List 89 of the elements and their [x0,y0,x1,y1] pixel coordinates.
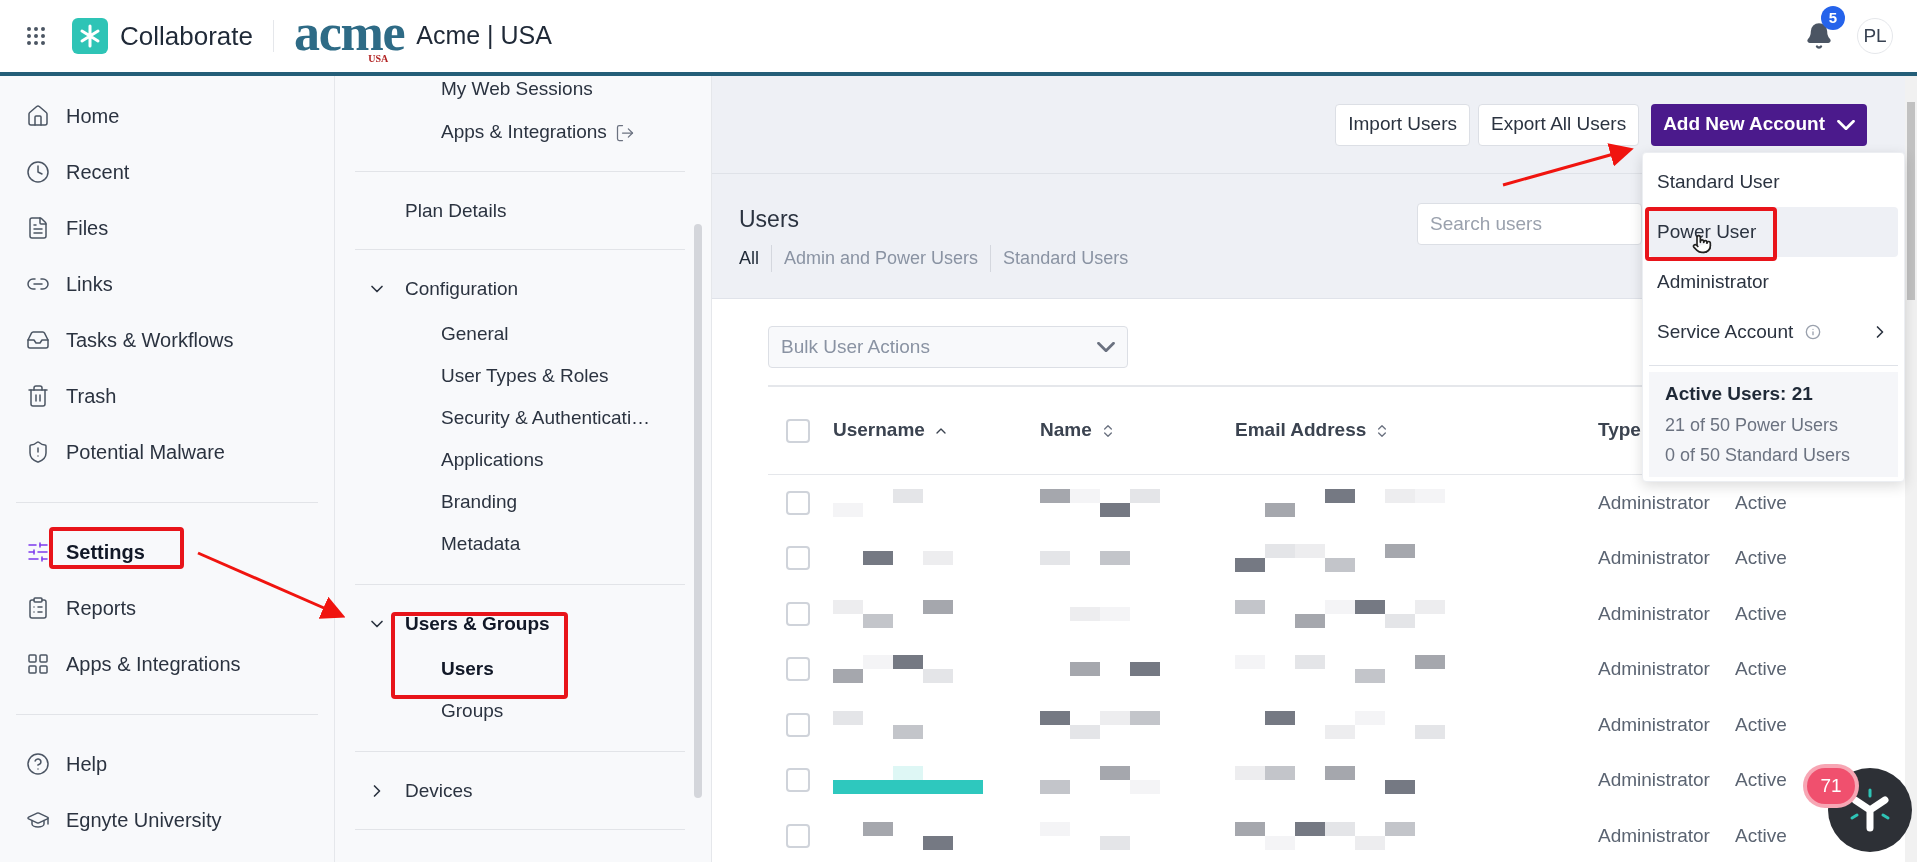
settings-nav-subitem[interactable]: General [441,319,509,349]
info-icon [1805,324,1822,340]
summary-title: Active Users: 21 [1665,382,1814,406]
table-cell-text: Active [1735,490,1787,515]
settings-nav-subitem[interactable]: Applications [441,445,544,475]
filter-tab[interactable]: All [739,244,759,272]
clock-icon [26,160,50,184]
settings-nav-subitem[interactable]: Security & Authenticati… [441,403,651,433]
table-cell-text: Active [1735,657,1787,681]
sidebar-item[interactable]: Apps & Integrations [66,649,241,679]
row-checkbox[interactable] [786,657,810,682]
table-cell: Administrator [1598,713,1710,735]
sidebar-item[interactable]: Links [66,269,113,299]
summary-line: 21 of 50 Power Users [1665,413,1840,437]
chevron-down-icon [1837,119,1855,130]
table-cell: Administrator [1598,658,1710,679]
settings-nav-subitem[interactable]: Users [441,654,494,684]
settings-nav-item[interactable]: Users & Groups [405,609,550,639]
column-header[interactable]: Email Address [1235,416,1391,445]
table-cell: Administrator [1598,824,1710,846]
column-header[interactable]: Type [1598,416,1641,445]
settings-nav-subitem[interactable]: My Web Sessions [441,75,593,104]
app-grid-icon[interactable] [24,24,48,48]
row-checkbox[interactable] [786,490,810,515]
shield-icon [26,440,50,464]
select-all-checkbox[interactable] [786,418,810,443]
sidebar-item[interactable]: Tasks & Workflows [66,325,234,355]
sidebar-item[interactable]: Recent [66,157,130,187]
brand-logo-sub: USA [368,52,389,64]
page-title: Users [739,205,801,234]
sidebar-item[interactable]: Settings [66,537,145,567]
settings-nav-item[interactable]: Plan Details [405,196,507,226]
report-icon [26,596,50,620]
app-name: Collaborate [120,19,253,53]
file-icon [26,216,50,240]
table-cell-text: Active [1735,823,1787,848]
table-cell: Administrator [1598,769,1710,790]
home-icon [26,104,50,128]
notifications-icon[interactable] [1805,22,1833,50]
help-icon [26,752,50,776]
inbox-icon [26,328,50,352]
add-account-button[interactable]: Add New Account [1651,103,1867,146]
table-cell-text: Active [1735,712,1787,737]
summary-line: 0 of 50 Standard Users [1665,443,1852,467]
brand-logo: acme [294,12,405,53]
row-checkbox[interactable] [786,823,810,848]
settings-nav-item[interactable]: Devices [405,776,473,806]
toolbar-button[interactable]: Import Users [1335,103,1470,146]
row-checkbox[interactable] [786,712,810,737]
row-checkbox[interactable] [786,546,810,571]
scrollbar-thumb[interactable] [1907,102,1915,300]
settings-nav-subitem[interactable]: Groups [441,696,504,726]
sidebar-item[interactable]: Files [66,213,109,243]
menu-item[interactable]: Administrator [1649,257,1898,307]
table-cell-text: Active [1735,601,1787,626]
chevron-down-icon [1097,342,1115,352]
apps-icon [26,652,50,676]
column-header[interactable]: Name [1040,416,1116,445]
settings-nav-subitem[interactable]: Metadata [441,529,521,559]
sidebar-item[interactable]: Trash [66,381,117,411]
notification-count: 5 [1821,6,1845,30]
toolbar-button[interactable]: Export All Users [1478,103,1640,146]
menu-item[interactable]: Power User [1649,207,1898,257]
menu-item[interactable]: Service Account [1649,307,1898,357]
search-field[interactable]: Search users [1417,203,1642,245]
organization-name: Acme | USA [416,20,552,52]
collaborate-logo-icon [72,18,108,54]
settings-nav-subitem[interactable]: Branding [441,487,518,517]
sidebar-item[interactable]: Help [66,749,108,779]
row-checkbox[interactable] [786,768,810,793]
settings-nav-subitem[interactable]: User Types & Roles [441,361,609,391]
sidebar-item[interactable]: Potential Malware [66,437,225,467]
trash-icon [26,384,50,408]
table-cell: Administrator [1598,602,1710,624]
sidebar-item[interactable]: Egnyte University [66,805,222,835]
settings-nav-item[interactable]: Configuration [405,274,519,304]
table-cell-text: Active [1735,546,1787,570]
column-header[interactable]: Username [833,416,949,445]
menu-item[interactable]: Standard User [1649,157,1898,207]
row-checkbox[interactable] [786,601,810,626]
sidebar-item[interactable]: Home [66,101,120,131]
settings-nav-subitem[interactable]: Apps & Integrations [441,118,635,147]
exit-icon [614,122,635,143]
sidebar-item[interactable]: Reports [66,593,137,623]
table-cell: Administrator [1598,547,1710,568]
settings-icon [26,540,50,564]
table-cell-text: Active [1735,768,1787,792]
table-cell: Administrator [1598,491,1710,513]
scrollbar-thumb[interactable] [694,224,702,798]
